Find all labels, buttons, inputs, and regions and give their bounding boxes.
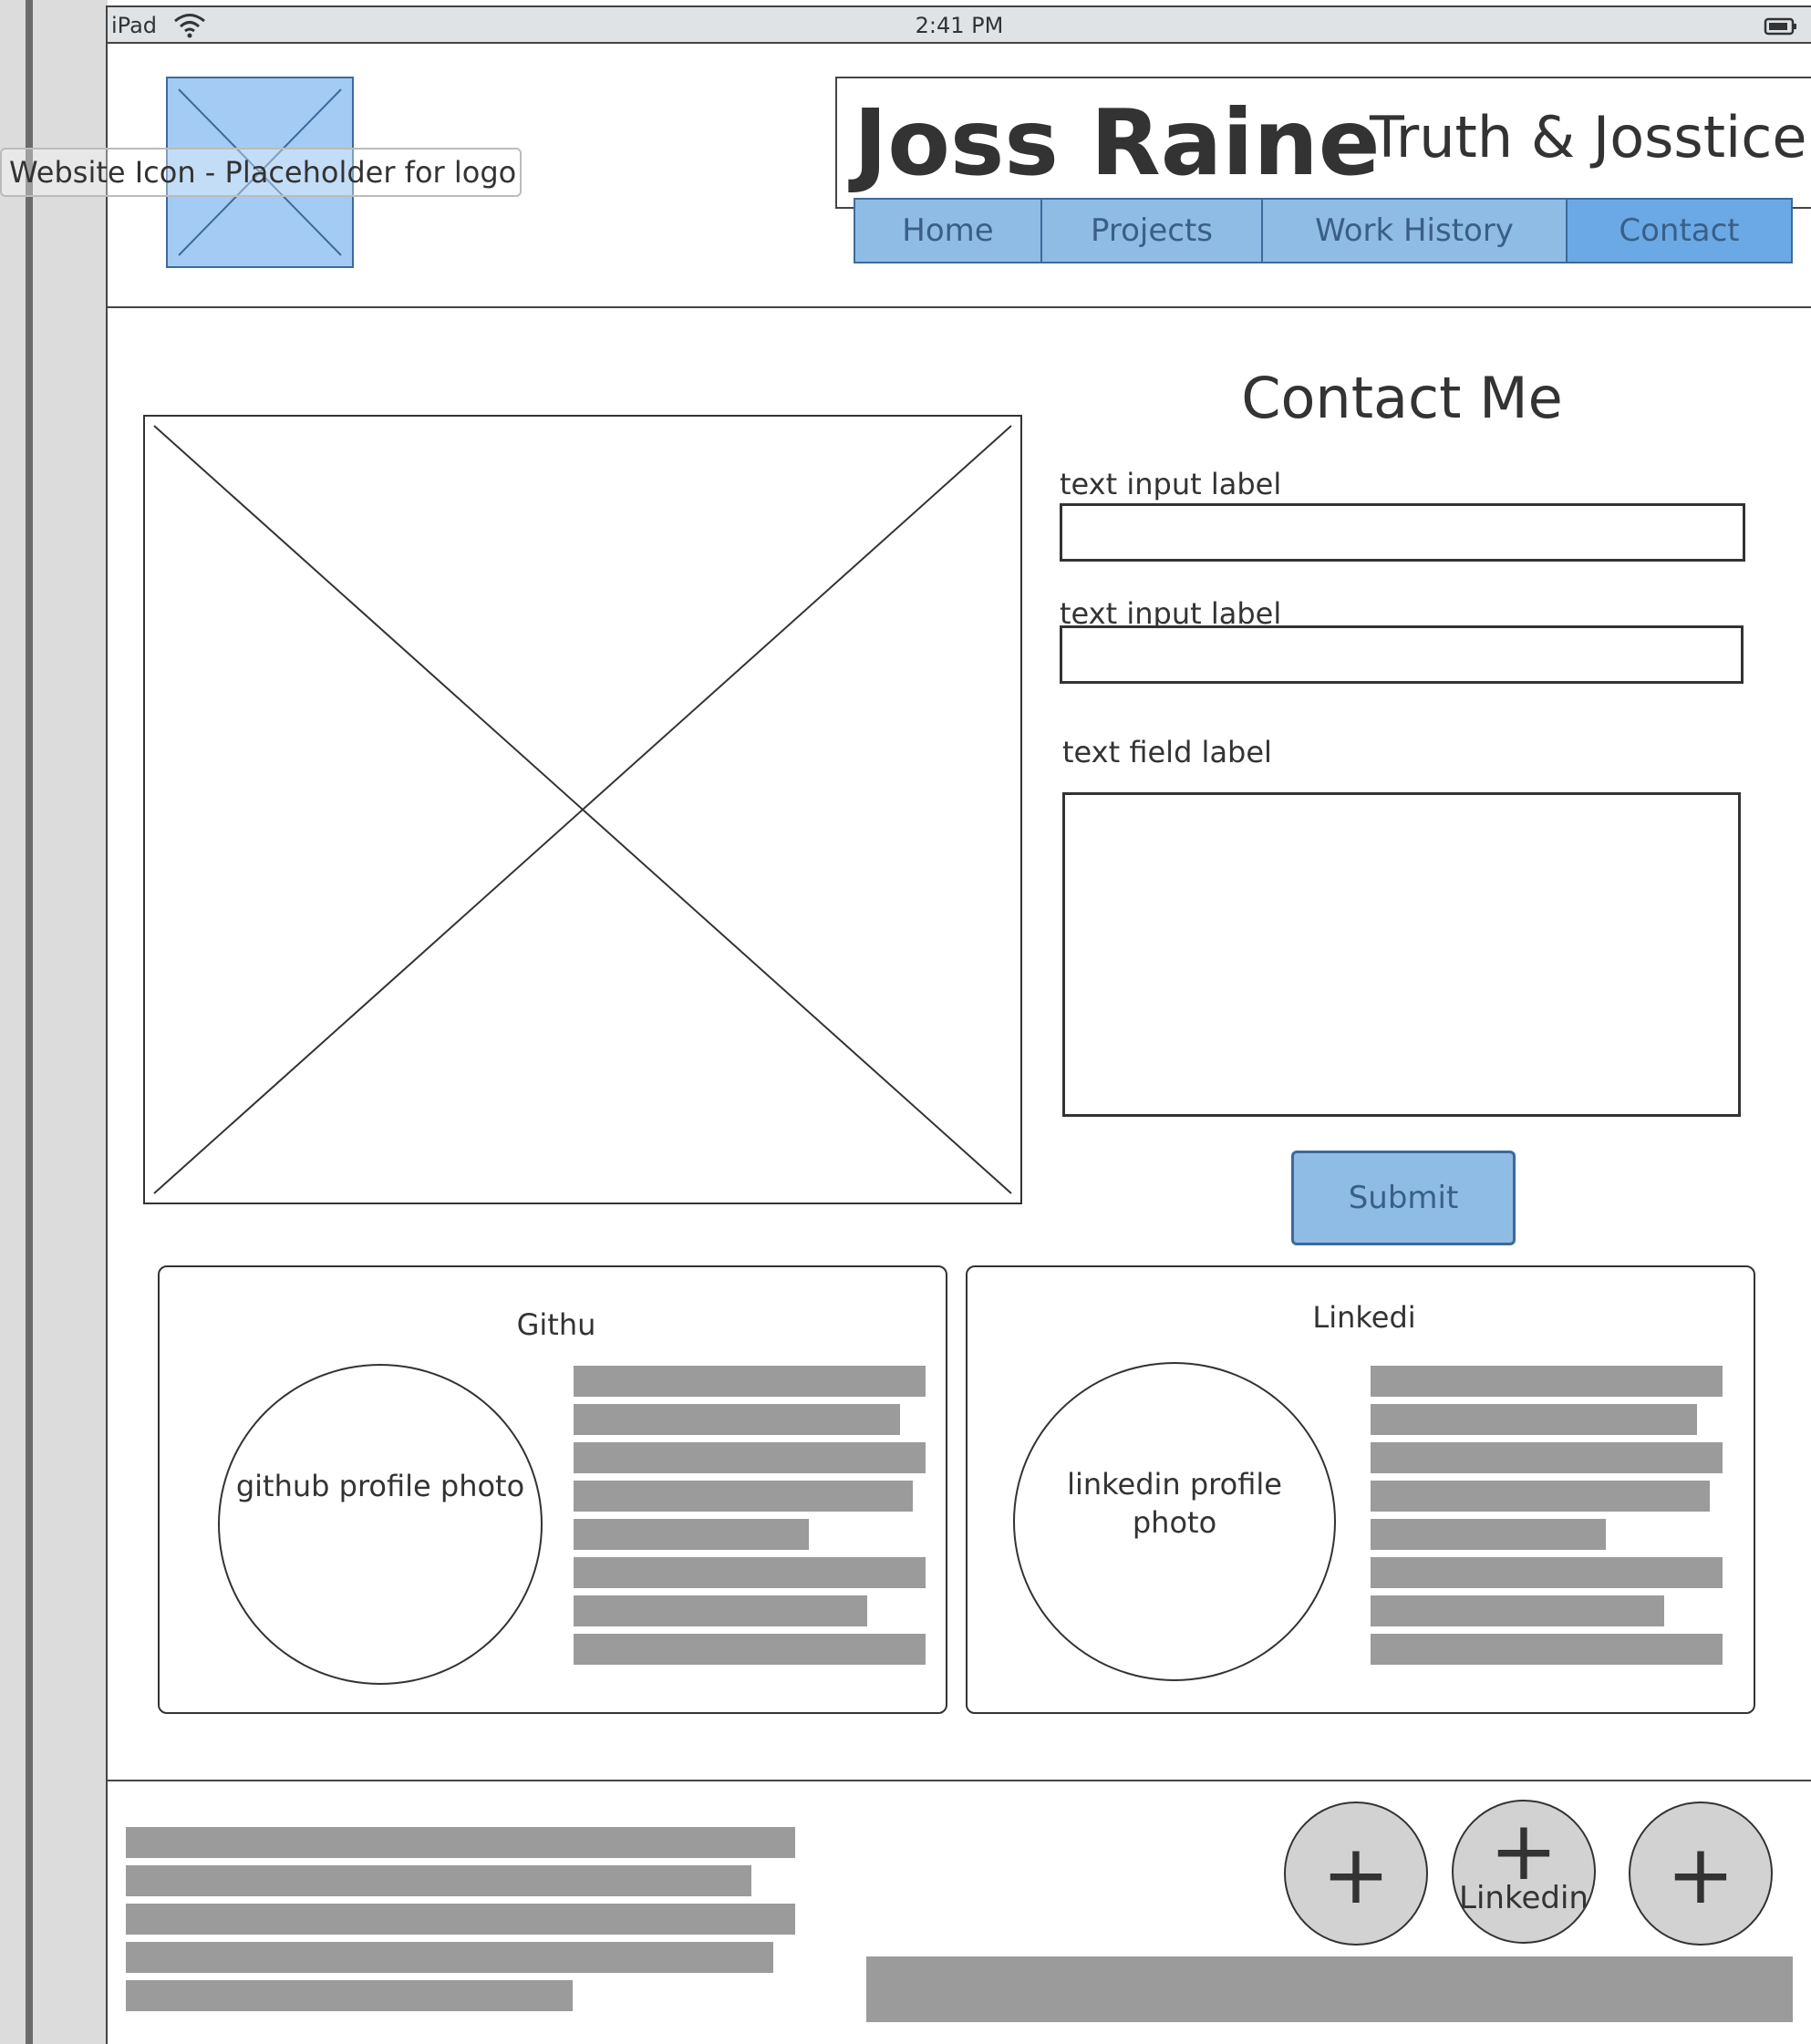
text-line-placeholder: [574, 1634, 926, 1665]
status-bar: iPad 2:41 PM: [108, 7, 1811, 44]
input1-label: text input label: [1060, 467, 1282, 501]
textarea-label: text field label: [1062, 735, 1272, 769]
text-line-placeholder: [1371, 1634, 1723, 1665]
text-line-placeholder: [574, 1481, 913, 1512]
footer-wide-bar: [866, 1956, 1793, 2022]
site-tagline: Truth & Josstice: [1370, 104, 1807, 170]
left-margin: [0, 0, 108, 2044]
linkedin-photo-label: linkedin profile photo: [1067, 1467, 1282, 1540]
footer-text-line: [126, 1827, 795, 1858]
text-line-placeholder: [1371, 1404, 1697, 1435]
nav-home[interactable]: Home: [855, 200, 1042, 262]
footer-text-line: [126, 1865, 751, 1896]
plus-icon: +: [1321, 1827, 1391, 1923]
site-name: Joss Raine: [854, 89, 1381, 196]
text-line-placeholder: [1371, 1481, 1710, 1512]
text-line-placeholder: [1371, 1557, 1723, 1588]
text-line-placeholder: [1371, 1519, 1606, 1550]
footer-text-line: [126, 1904, 795, 1935]
site-footer: + + Linkedin +: [106, 1780, 1811, 2044]
text-line-placeholder: [574, 1519, 809, 1550]
plus-icon: +: [1666, 1827, 1735, 1923]
github-profile-photo[interactable]: github profile photo: [218, 1364, 543, 1685]
text-line-placeholder: [1371, 1442, 1723, 1473]
text-line-placeholder: [1371, 1595, 1664, 1626]
linkedin-card: Linkedi linkedin profile photo: [966, 1265, 1755, 1714]
github-card-title: Githu: [516, 1307, 596, 1342]
logo-tooltip: Website Icon - Placeholder for logo: [0, 148, 522, 197]
social-button-1[interactable]: +: [1284, 1801, 1428, 1946]
message-textarea[interactable]: [1062, 792, 1741, 1117]
nav-contact[interactable]: Contact: [1568, 200, 1791, 262]
linkedin-social-button[interactable]: + Linkedin: [1452, 1800, 1596, 1944]
social-button-3[interactable]: +: [1629, 1801, 1773, 1946]
text-input-2[interactable]: [1060, 625, 1744, 684]
linkedin-card-title: Linkedi: [1312, 1300, 1416, 1335]
footer-text-line: [126, 1942, 773, 1973]
nav-work-history[interactable]: Work History: [1263, 200, 1568, 262]
left-rule: [26, 0, 33, 2044]
nav-bar: Home Projects Work History Contact: [854, 198, 1793, 263]
text-line-placeholder: [574, 1404, 900, 1435]
footer-text-line: [126, 1980, 573, 2011]
text-line-placeholder: [1371, 1366, 1723, 1397]
linkedin-button-label: Linkedin: [1459, 1880, 1589, 1916]
linkedin-profile-photo[interactable]: linkedin profile photo: [1013, 1362, 1336, 1681]
github-card: Githu github profile photo: [158, 1265, 947, 1714]
contact-title: Contact Me: [1241, 365, 1563, 431]
text-line-placeholder: [574, 1595, 867, 1626]
text-line-placeholder: [574, 1557, 926, 1588]
status-time: 2:41 PM: [915, 13, 1004, 38]
nav-projects[interactable]: Projects: [1042, 200, 1263, 262]
image-placeholder: [143, 415, 1022, 1204]
text-input-1[interactable]: [1060, 503, 1745, 562]
github-photo-label: github profile photo: [235, 1469, 525, 1503]
submit-button[interactable]: Submit: [1291, 1151, 1516, 1245]
text-line-placeholder: [574, 1366, 926, 1397]
text-line-placeholder: [574, 1442, 926, 1473]
battery-icon: [1764, 16, 1798, 42]
